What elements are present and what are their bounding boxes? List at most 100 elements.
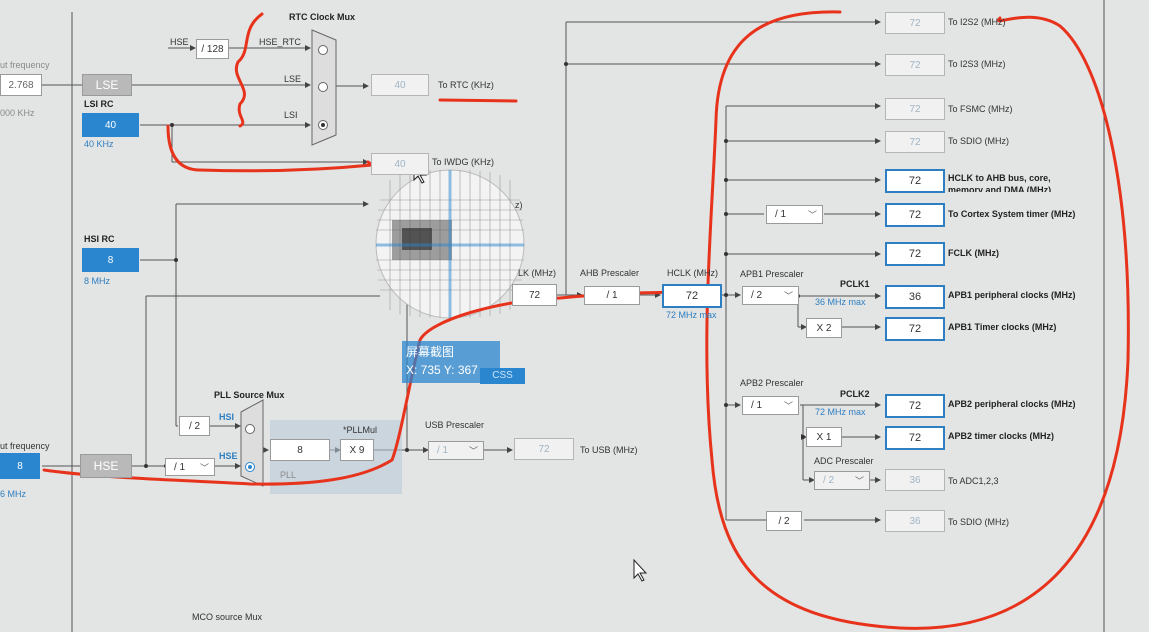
usb-value: 72 <box>514 438 574 460</box>
adc-prescaler-title: ADC Prescaler <box>814 456 874 466</box>
to-sdio-ahb-label: To SDIO (MHz) <box>948 136 1010 146</box>
pll-hsi-label: HSI <box>219 412 235 422</box>
lse-frequency-input[interactable]: 2.768 <box>0 74 42 96</box>
rtc-hse-rtc-label: HSE_RTC <box>259 37 301 47</box>
lse-source-box[interactable]: LSE <box>82 74 132 96</box>
adc-prescaler-select[interactable]: / 2 ﹀ <box>814 471 870 490</box>
pll-input-value: 8 <box>270 439 330 461</box>
usb-prescaler-value: / 1 <box>437 445 449 456</box>
apb2-prescaler-title: APB2 Prescaler <box>740 378 804 388</box>
input-frequency-label-bottom: ut frequency <box>0 441 50 451</box>
ahb-prescaler-select[interactable]: / 1 <box>584 286 640 305</box>
apb1-prescaler-select[interactable]: / 2 ﹀ <box>742 286 799 305</box>
fclk-value[interactable]: 72 <box>885 242 945 266</box>
to-iwdg-label: To IWDG (KHz) <box>432 157 494 167</box>
apb2-peripheral-label: APB2 peripheral clocks (MHz) <box>948 399 1076 409</box>
pll-label: PLL <box>280 470 297 480</box>
pll-source-mux-title: PLL Source Mux <box>214 390 285 400</box>
apb1-timer-value[interactable]: 72 <box>885 317 945 341</box>
pllmul-title: *PLLMul <box>343 425 378 435</box>
pclk2-label: PCLK2 <box>840 389 870 399</box>
apb2-max-label: 72 MHz max <box>815 407 866 417</box>
lsi-rc-value[interactable]: 40 <box>82 113 139 137</box>
i2s3-value: 72 <box>885 54 945 76</box>
hclk-ahb-label-line2: memory and DMA (MHz) <box>948 185 1052 192</box>
adc-value: 36 <box>885 469 945 491</box>
to-i2s2-label: To I2S2 (MHz) <box>948 17 1006 27</box>
iwdg-value: 40 <box>371 153 429 175</box>
hsi-rc-title: HSI RC <box>84 234 115 244</box>
apb1-max-label: 36 MHz max <box>815 297 866 307</box>
apb2-timer-value[interactable]: 72 <box>885 426 945 450</box>
rtc-hse-div128: / 128 <box>196 39 229 59</box>
cortex-timer-value[interactable]: 72 <box>885 203 945 227</box>
usb-prescaler-select[interactable]: / 1 ﹀ <box>428 441 484 460</box>
i2s2-value: 72 <box>885 12 945 34</box>
chevron-down-icon: ﹀ <box>783 291 793 301</box>
cortex-timer-div-select[interactable]: / 1 ﹀ <box>766 205 823 224</box>
chevron-down-icon: ﹀ <box>468 446 478 456</box>
pll-hse-label: HSE <box>219 451 238 461</box>
sdio-ahb-value: 72 <box>885 131 945 153</box>
to-sdio-apb2-label: To SDIO (MHz) <box>948 517 1010 527</box>
hclk-max-label: 72 MHz max <box>666 310 717 320</box>
apb1-peripheral-value[interactable]: 36 <box>885 285 945 309</box>
hsi-rc-unit: 8 MHz <box>84 276 111 286</box>
pll-mux-shape <box>240 399 264 487</box>
apb1-timer-mul: X 2 <box>806 318 842 338</box>
hsi-rc-value[interactable]: 8 <box>82 248 139 272</box>
adc-prescaler-value: / 2 <box>823 475 835 486</box>
to-i2s3-label: To I2S3 (MHz) <box>948 59 1006 69</box>
mco-source-mux-title: MCO source Mux <box>192 612 263 622</box>
lsi-rc-title: LSI RC <box>84 99 114 109</box>
apb1-timer-label: APB1 Timer clocks (MHz) <box>948 322 1057 332</box>
pllmul-select[interactable]: X 9 <box>340 439 374 461</box>
hsi-div2: / 2 <box>179 416 210 436</box>
cortex-timer-label: To Cortex System timer (MHz) <box>948 209 1076 219</box>
apb1-prescaler-value: / 2 <box>751 290 763 301</box>
hclk-title: HCLK (MHz) <box>667 268 718 278</box>
magnifier-partial-label: z) <box>515 200 523 210</box>
mouse-cursor <box>633 558 648 582</box>
usb-prescaler-title: USB Prescaler <box>425 420 485 430</box>
hse-source-box[interactable]: HSE <box>80 454 132 478</box>
hse-frequency-input[interactable]: 8 <box>0 453 40 479</box>
hclk-value-input[interactable]: 72 <box>662 284 722 308</box>
fclk-label: FCLK (MHz) <box>948 248 999 258</box>
apb2-timer-mul: X 1 <box>806 427 842 447</box>
rtc-hse-input-label: HSE <box>170 37 189 47</box>
rtc-lsi-label: LSI <box>284 110 298 120</box>
chevron-down-icon: ﹀ <box>199 463 209 473</box>
lse-frequency-unit: 000 KHz <box>0 108 35 118</box>
apb2-prescaler-value: / 1 <box>751 400 763 411</box>
sysclk-value: 72 <box>512 284 557 306</box>
apb2-timer-label: APB2 timer clocks (MHz) <box>948 431 1055 441</box>
fsmc-value: 72 <box>885 98 945 120</box>
to-fsmc-label: To FSMC (MHz) <box>948 104 1013 114</box>
sdio-apb2-div: / 2 <box>766 511 802 531</box>
hclk-ahb-value[interactable]: 72 <box>885 169 945 193</box>
css-button[interactable]: CSS <box>480 368 525 384</box>
sysclk-label: LK (MHz) <box>518 268 556 278</box>
to-rtc-label: To RTC (KHz) <box>438 80 494 90</box>
hclk-ahb-label-line1: HCLK to AHB bus, core, <box>948 173 1051 183</box>
apb2-prescaler-select[interactable]: / 1 ﹀ <box>742 396 799 415</box>
rtc-clock-mux-title: RTC Clock Mux <box>289 12 356 22</box>
apb2-peripheral-value[interactable]: 72 <box>885 394 945 418</box>
hse-prediv-select[interactable]: / 1 ﹀ <box>165 458 215 476</box>
cortex-timer-div-value: / 1 <box>775 209 787 220</box>
chevron-down-icon: ﹀ <box>807 210 817 220</box>
pclk1-label: PCLK1 <box>840 279 870 289</box>
ahb-prescaler-title: AHB Prescaler <box>580 268 640 278</box>
apb1-peripheral-label: APB1 peripheral clocks (MHz) <box>948 290 1076 300</box>
rtc-value: 40 <box>371 74 429 96</box>
input-frequency-label-top: ut frequency <box>0 60 50 70</box>
to-usb-label: To USB (MHz) <box>580 445 638 455</box>
hse-prediv-value: / 1 <box>174 461 186 473</box>
to-adc-label: To ADC1,2,3 <box>948 476 999 486</box>
clock-tree-wiring <box>42 0 1130 632</box>
hse-frequency-unit: 6 MHz <box>0 489 27 499</box>
lsi-rc-unit: 40 KHz <box>84 139 114 149</box>
chevron-down-icon: ﹀ <box>854 476 864 486</box>
chevron-down-icon: ﹀ <box>783 401 793 411</box>
